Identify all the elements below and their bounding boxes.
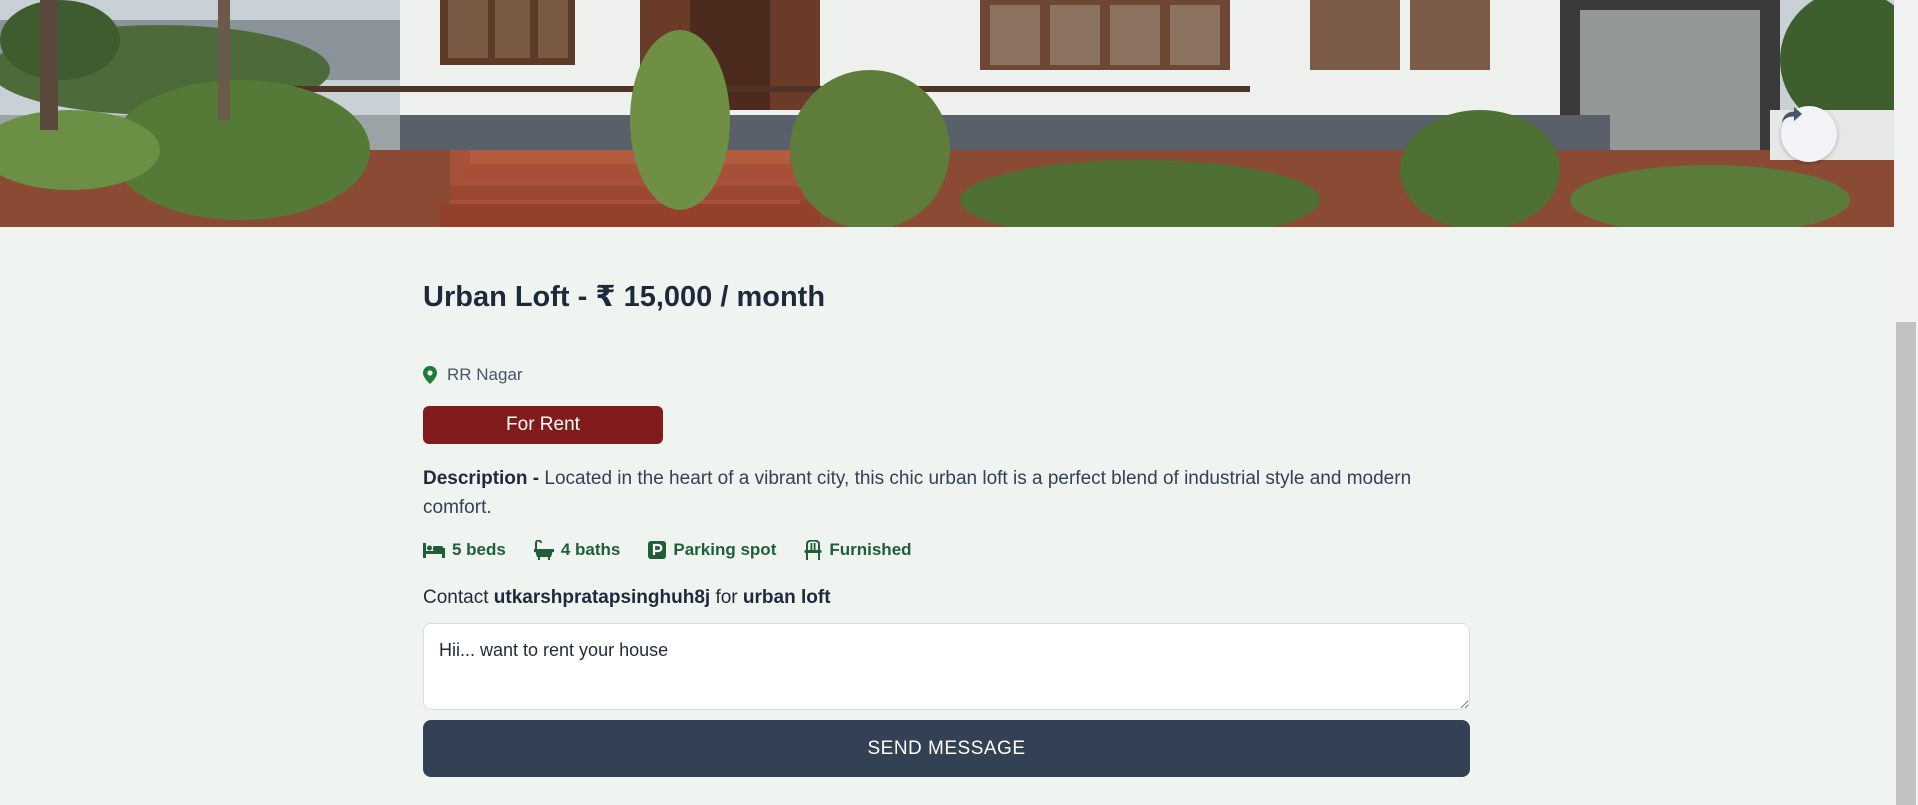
contact-listing-name: urban loft xyxy=(742,587,831,608)
listing-title: Urban Loft - ₹ 15,000 / month xyxy=(423,281,826,313)
listing-type-badge: For Rent xyxy=(423,406,663,444)
map-pin-icon xyxy=(423,366,437,384)
bed-icon xyxy=(423,543,445,558)
feature-furnished: Furnished xyxy=(804,540,912,560)
contact-prefix: Contact xyxy=(423,587,494,608)
send-message-button[interactable]: SEND MESSAGE xyxy=(423,720,1470,777)
parking-icon xyxy=(648,541,667,559)
contact-line: Contact utkarshpratapsinghuh8j for urban… xyxy=(423,587,831,609)
description-label: Description - xyxy=(423,468,545,489)
listing-photo xyxy=(0,0,1894,227)
listing-description: Description - Located in the heart of a … xyxy=(423,464,1470,522)
parking-text: Parking spot xyxy=(673,540,777,559)
beds-text: 5 beds xyxy=(452,540,506,559)
listing-location: RR Nagar xyxy=(423,365,523,385)
feature-list: 5 beds 4 baths Parking spot Furnished xyxy=(423,540,912,560)
scrollbar-thumb[interactable] xyxy=(1896,322,1916,805)
feature-baths: 4 baths xyxy=(533,540,621,560)
bath-icon xyxy=(533,540,554,560)
feature-parking: Parking spot xyxy=(648,540,776,560)
share-icon xyxy=(1782,107,1802,123)
share-button[interactable] xyxy=(1781,106,1837,162)
location-text: RR Nagar xyxy=(447,365,523,384)
furnished-text: Furnished xyxy=(829,540,912,559)
contact-middle: for xyxy=(710,587,743,608)
chair-icon xyxy=(804,540,822,560)
feature-beds: 5 beds xyxy=(423,540,506,560)
owner-name: utkarshpratapsinghuh8j xyxy=(493,587,711,608)
description-text: Located in the heart of a vibrant city, … xyxy=(423,468,1412,518)
message-input[interactable]: Hii... want to rent your house xyxy=(423,623,1470,710)
baths-text: 4 baths xyxy=(560,540,621,559)
